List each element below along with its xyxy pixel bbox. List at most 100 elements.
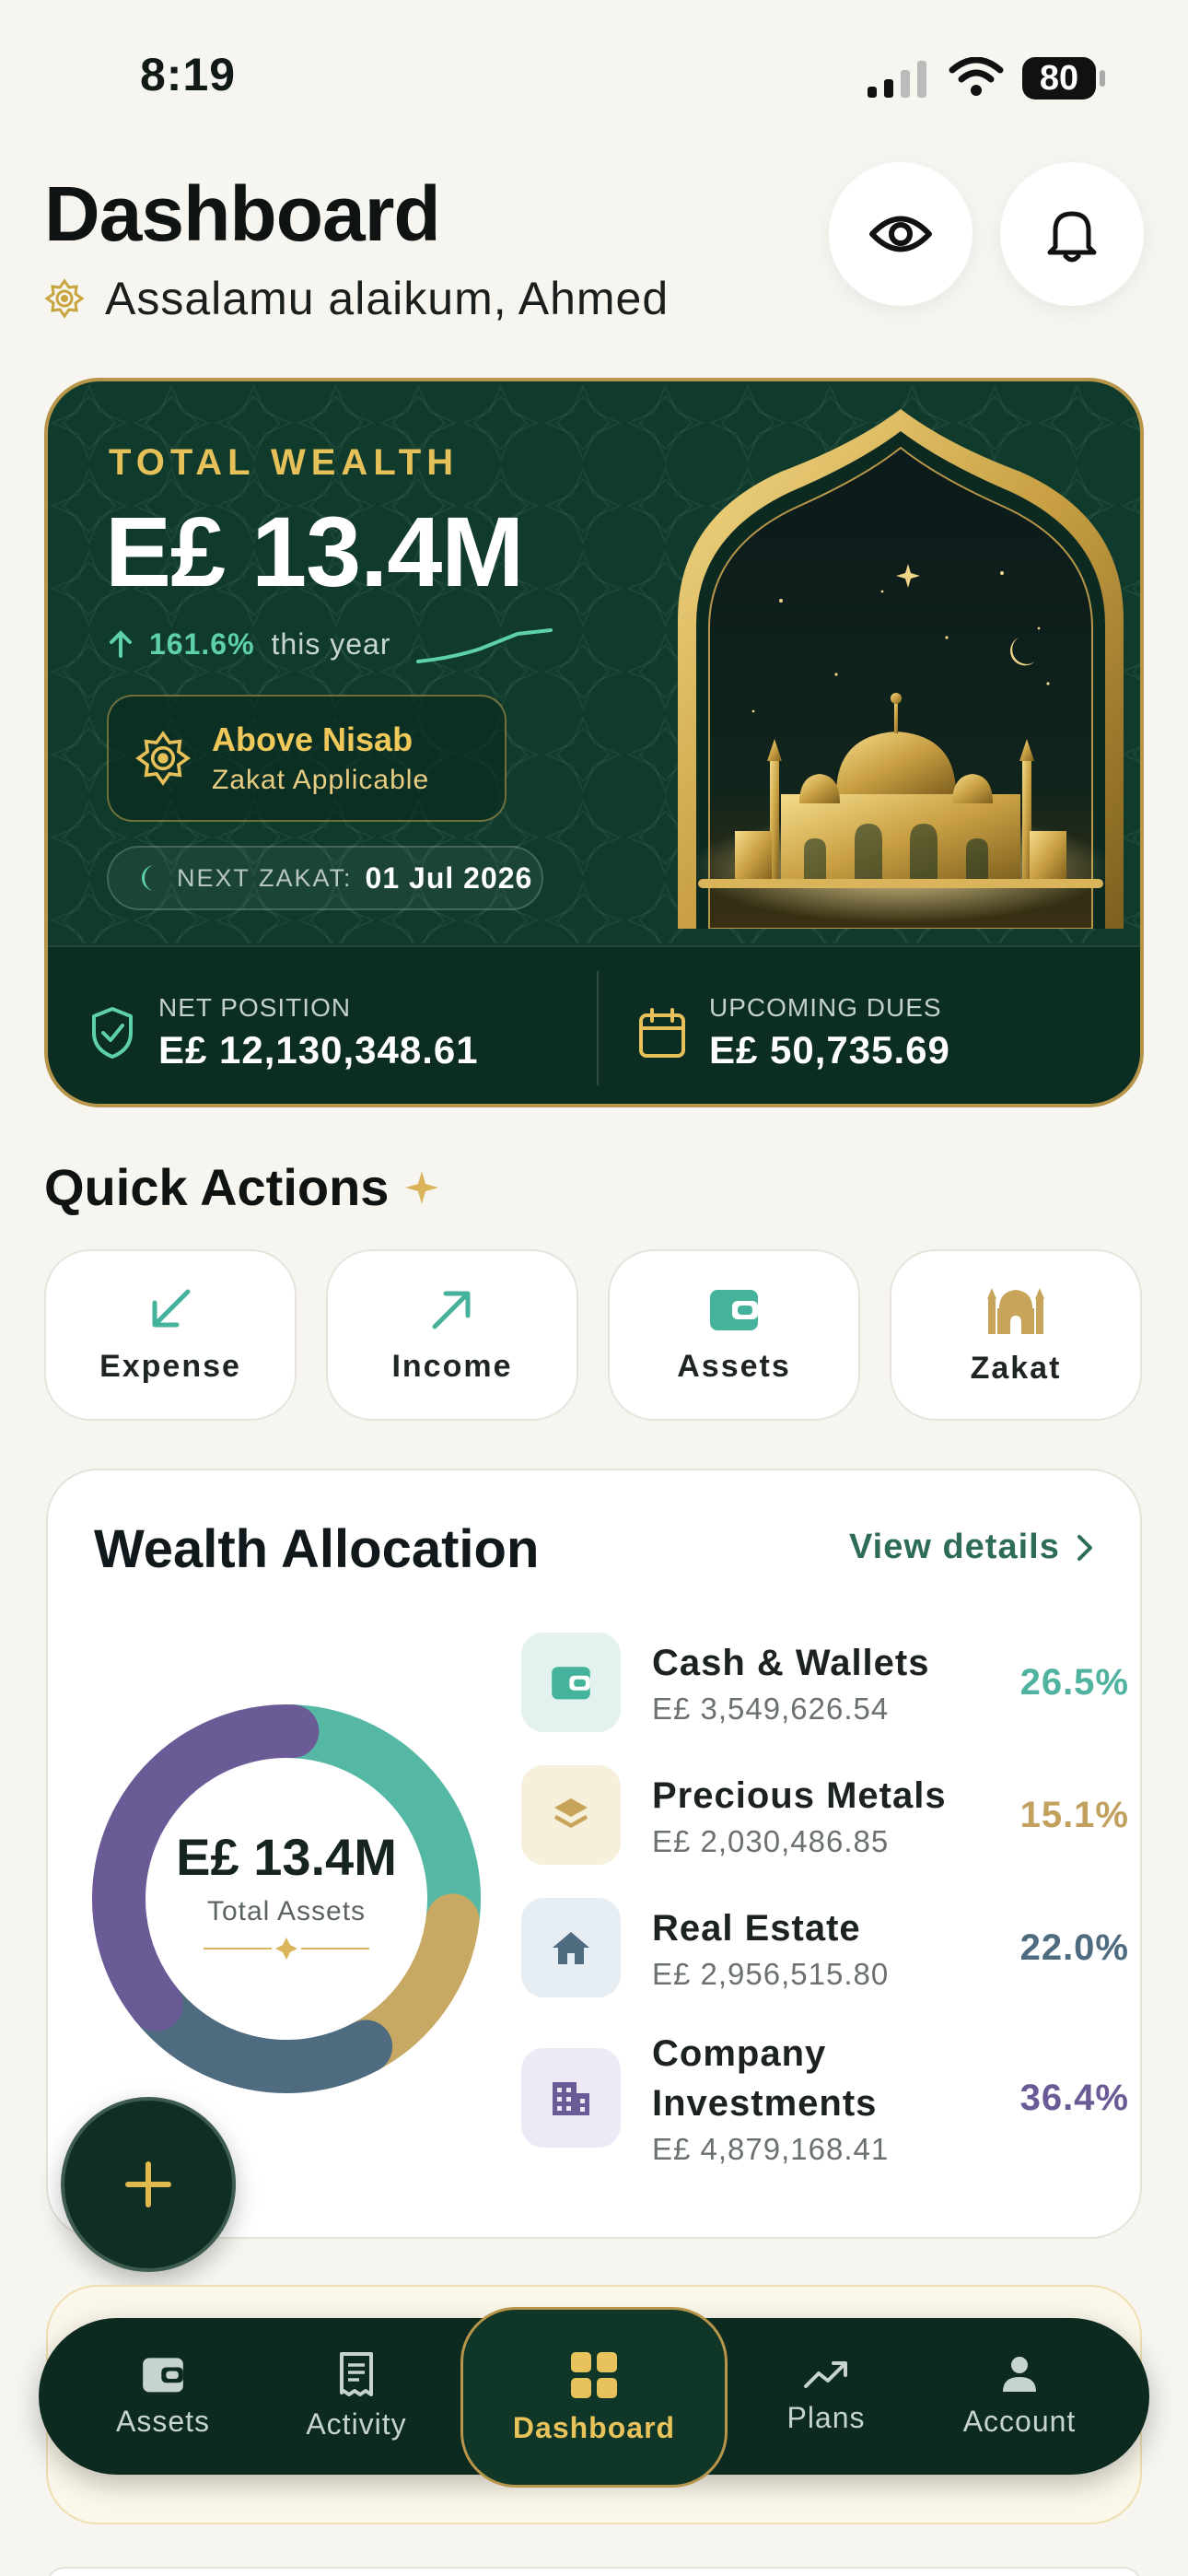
wallet-nav-icon [143,2357,183,2392]
arrow-up-right-icon [432,1291,471,1329]
quick-action-expense-label: Expense [99,1348,241,1384]
allocation-percent: 36.4% [1019,2077,1129,2118]
bottom-navigation: Assets Activity Dashboard Plans Account [39,2307,1149,2488]
chevron-right-icon [1077,1534,1092,1561]
greeting-text: Assalamu alaikum, Ahmed [105,273,670,324]
allocation-amount: E£ 4,879,168.41 [652,2132,890,2166]
building-icon [521,2048,621,2148]
allocation-row-metals[interactable]: Precious Metals E£ 2,030,486.85 15.1% [521,1765,1129,1865]
wallet-icon [710,1289,758,1330]
growth-indicator: 161.6% this year [109,621,554,667]
quick-action-expense[interactable]: Expense [44,1249,297,1421]
allocation-name: Company Investments [652,2033,878,2124]
nav-plans[interactable]: Plans [739,2318,914,2475]
net-position-value: E£ 12,130,348.61 [158,1028,479,1071]
allocation-title: Wealth Allocation [94,1519,540,1579]
trending-up-icon [804,2360,847,2388]
arrow-up-icon [110,630,132,658]
allocation-name: Real Estate [652,1908,861,1949]
mosque-illustration [678,409,1124,929]
greeting: Assalamu alaikum, Ahmed [44,271,669,326]
quick-action-income-label: Income [391,1348,513,1384]
net-position-stat: NET POSITION E£ 12,130,348.61 [88,993,479,1072]
total-wealth-amount: E£ 13.4M [105,496,524,607]
quick-actions-heading: Quick Actions [44,1157,440,1217]
nav-activity-label: Activity [306,2406,407,2441]
ornament-divider [204,1937,369,1960]
nav-dashboard[interactable]: Dashboard [460,2307,728,2488]
allocation-row-cash[interactable]: Cash & Wallets E£ 3,549,626.54 26.5% [521,1633,1129,1732]
allocation-row-company[interactable]: Company Investments E£ 4,879,168.41 36.4… [521,2029,1129,2167]
battery-level: 80 [1022,57,1096,100]
quick-action-zakat-label: Zakat [970,1350,1062,1386]
quick-action-zakat[interactable]: Zakat [890,1249,1142,1421]
allocation-name: Cash & Wallets [652,1643,930,1683]
next-zakat-pill: NEXT ZAKAT: 01 Jul 2026 [107,846,543,910]
allocation-percent: 15.1% [1019,1794,1129,1835]
next-section-card-2 [46,2567,1142,2576]
allocation-name: Precious Metals [652,1775,947,1816]
nav-dashboard-label: Dashboard [512,2410,676,2444]
quick-action-assets[interactable]: Assets [608,1249,860,1421]
nav-plans-label: Plans [786,2400,866,2434]
shield-check-icon [92,1007,133,1059]
growth-percent: 161.6% [149,626,255,661]
calendar-icon [639,1008,685,1058]
quick-action-assets-label: Assets [677,1348,791,1384]
allocation-percent: 22.0% [1019,1926,1129,1968]
nisab-status-badge: Above Nisab Zakat Applicable [107,695,507,822]
allocation-amount: E£ 2,956,515.80 [652,1957,890,1991]
toggle-visibility-button[interactable] [829,162,973,306]
nav-account[interactable]: Account [932,2318,1107,2475]
battery-icon: 80 [1022,57,1105,100]
total-wealth-label: TOTAL WEALTH [109,442,460,483]
arrow-down-left-icon [152,1289,191,1327]
nisab-subtitle: Zakat Applicable [212,765,430,795]
add-button[interactable] [61,2097,236,2272]
status-time: 8:19 [140,49,237,100]
quick-actions-title: Quick Actions [44,1158,390,1216]
upcoming-dues-stat: UPCOMING DUES E£ 50,735.69 [637,993,950,1072]
layers-icon [521,1765,621,1865]
sparkle-icon [405,1170,439,1204]
sun-icon [44,278,85,319]
growth-suffix: this year [271,626,391,661]
total-wealth-card[interactable]: TOTAL WEALTH E£ 13.4M 161.6% this year A… [44,378,1144,1107]
allocation-amount: E£ 2,030,486.85 [652,1824,890,1858]
allocation-row-real-estate[interactable]: Real Estate E£ 2,956,515.80 22.0% [521,1898,1129,1997]
wifi-icon [949,57,1004,96]
trend-sparkline [416,628,553,663]
quick-action-income[interactable]: Income [326,1249,578,1421]
next-zakat-date: 01 Jul 2026 [365,861,533,895]
user-icon [1003,2356,1036,2392]
nav-assets-label: Assets [115,2404,211,2438]
cash-wallet-icon [521,1633,621,1732]
nav-activity[interactable]: Activity [269,2318,444,2475]
nav-account-label: Account [962,2404,1077,2438]
signal-icon [868,61,926,98]
mosque-icon [987,1287,1044,1334]
receipt-icon [340,2351,373,2396]
upcoming-dues-label: UPCOMING DUES [709,993,942,1022]
view-details-link[interactable]: View details [849,1528,1093,1567]
plus-icon [125,2161,171,2207]
notifications-button[interactable] [1000,162,1144,306]
allocation-percent: 26.5% [1019,1661,1129,1703]
crescent-icon [142,865,155,891]
footer-divider [597,971,599,1085]
page-title: Dashboard [44,170,441,257]
sun-badge-icon [135,731,191,786]
allocation-amount: E£ 3,549,626.54 [652,1692,890,1726]
bell-icon [1047,211,1097,263]
house-icon [521,1898,621,1997]
nav-assets[interactable]: Assets [76,2318,250,2475]
nisab-title: Above Nisab [212,720,413,758]
donut-total-label: Total Assets [206,1895,367,1926]
donut-center: E£ 13.4M Total Assets [88,1701,484,2097]
net-position-label: NET POSITION [158,993,352,1022]
upcoming-dues-value: E£ 50,735.69 [709,1028,950,1071]
eye-icon [869,216,932,252]
next-zakat-label: NEXT ZAKAT: [177,863,353,892]
view-details-label: View details [849,1528,1060,1566]
grid-icon [571,2351,617,2398]
